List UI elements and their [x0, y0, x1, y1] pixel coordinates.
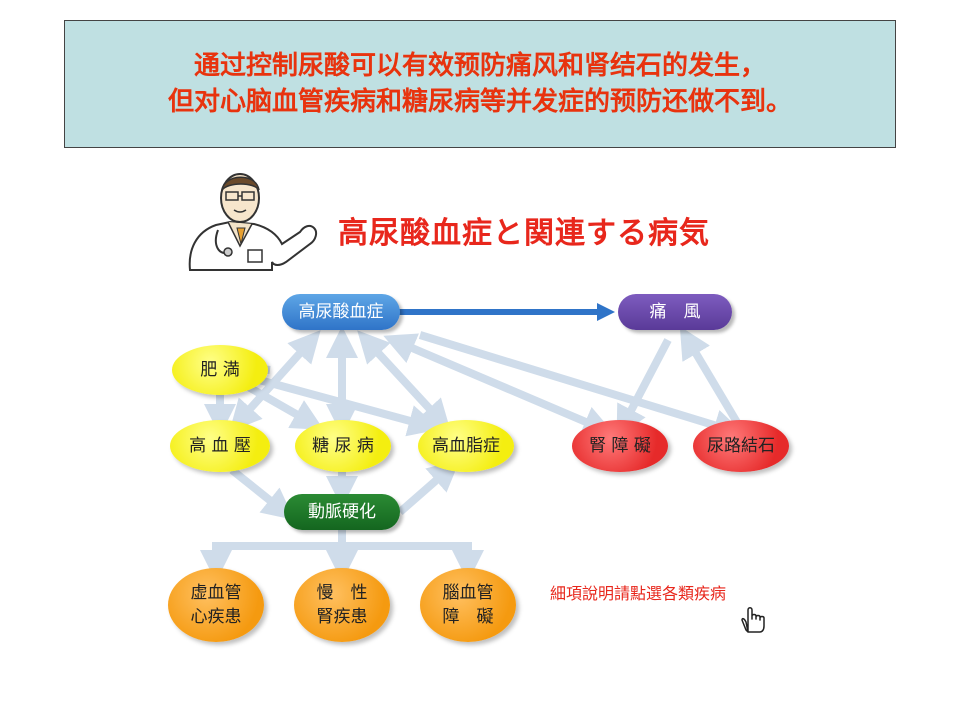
node-kidney-disorder[interactable]: 腎 障 礙	[572, 420, 668, 472]
node-hyperlipidemia[interactable]: 高血脂症	[418, 420, 514, 472]
node-gout[interactable]: 痛 風	[618, 294, 732, 330]
arrow-hyperlipidemia-arteriosclerosis	[397, 459, 461, 516]
node-ischemic-heart[interactable]: 虚血管 心疾患	[168, 568, 264, 642]
node-hypertension[interactable]: 高 血 壓	[170, 420, 270, 472]
node-obesity[interactable]: 肥 満	[172, 345, 268, 395]
node-hyperuricemia[interactable]: 高尿酸血症	[282, 294, 400, 330]
node-chronic-kidney[interactable]: 慢 性 腎疾患	[294, 568, 390, 642]
node-diabetes[interactable]: 糖 尿 病	[295, 420, 391, 472]
node-arteriosclerosis[interactable]: 動脈硬化	[284, 494, 400, 530]
arrow-hypertension-arteriosclerosis	[229, 466, 295, 520]
hand-pointer-icon	[741, 607, 765, 633]
arrow-gout-stone	[679, 326, 742, 427]
node-urinary-stone[interactable]: 尿路結石	[693, 420, 789, 472]
instruction-note: 細項說明請點選各類疾病	[550, 584, 727, 603]
node-cerebrovascular[interactable]: 腦血管 障 礙	[420, 568, 516, 642]
